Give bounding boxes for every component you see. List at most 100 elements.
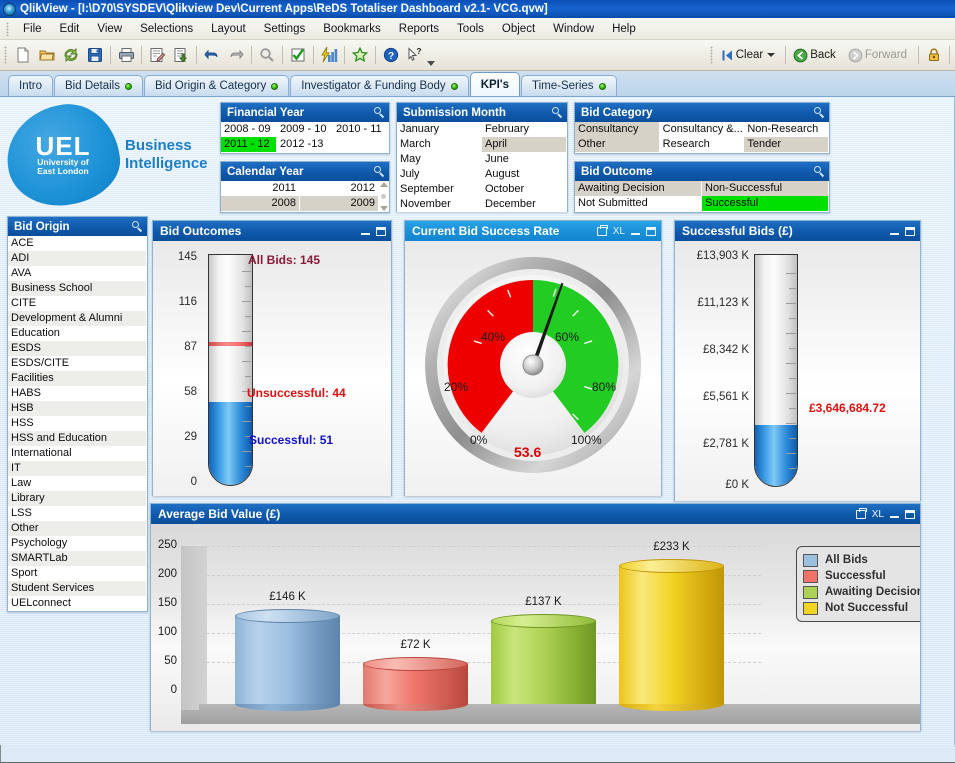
menu-reports[interactable]: Reports xyxy=(390,21,448,37)
listbox-cell-selected[interactable]: Awaiting Decision xyxy=(575,181,702,196)
maximize-icon[interactable] xyxy=(905,226,915,236)
bar-all-bids[interactable] xyxy=(235,609,340,711)
help-icon[interactable]: ? xyxy=(379,43,403,67)
listbox-bid-origin[interactable]: Bid Origin ACE ADI AVA Business School CITE D… xyxy=(7,216,148,612)
minimize-icon[interactable] xyxy=(631,233,640,235)
listbox-cell[interactable]: 2011 xyxy=(221,181,300,196)
redo-icon[interactable] xyxy=(224,43,248,67)
menu-selections[interactable]: Selections xyxy=(131,21,202,37)
menu-object[interactable]: Object xyxy=(493,21,544,37)
listbox-cell[interactable]: 2012 xyxy=(300,181,379,196)
export-icon[interactable] xyxy=(169,43,193,67)
listbox-cell[interactable]: August xyxy=(482,167,567,182)
listbox-item-lss[interactable]: LSS xyxy=(8,506,147,521)
minimize-icon[interactable] xyxy=(361,233,370,235)
listbox-item-other[interactable]: Other xyxy=(8,521,147,536)
listbox-cell-selected[interactable]: April xyxy=(482,137,567,152)
listbox-cell[interactable]: October xyxy=(482,182,567,197)
clear-button[interactable]: Clear xyxy=(717,44,782,66)
listbox-item-business-school[interactable]: Business School xyxy=(8,281,147,296)
menu-edit[interactable]: Edit xyxy=(51,21,89,37)
listbox-cell-selected[interactable]: 2009 xyxy=(300,196,379,211)
listbox-cell-selected[interactable]: Non-Successful xyxy=(702,181,829,196)
listbox-cell-selected[interactable]: Tender xyxy=(744,137,830,152)
tab-kpis[interactable]: KPI's xyxy=(469,72,520,96)
listbox-cell[interactable]: February xyxy=(482,122,567,137)
search-icon[interactable] xyxy=(374,107,385,118)
lock-icon[interactable] xyxy=(922,43,946,67)
minimize-icon[interactable] xyxy=(890,516,899,518)
listbox-cell[interactable]: 2009 - 10 xyxy=(277,122,333,137)
undo-icon[interactable] xyxy=(200,43,224,67)
new-document-icon[interactable] xyxy=(11,43,35,67)
bar-not-successful[interactable] xyxy=(619,559,724,711)
listbox-item-law[interactable]: Law xyxy=(8,476,147,491)
print-icon[interactable] xyxy=(855,507,867,519)
listbox-cell[interactable]: Non-Research xyxy=(744,122,830,137)
listbox-cell-selected[interactable]: 2008 xyxy=(221,196,300,211)
listbox-submission-month[interactable]: Submission Month January February March … xyxy=(396,102,568,212)
scroll-down-icon[interactable] xyxy=(379,206,388,211)
listbox-cell[interactable]: 2010 - 11 xyxy=(333,122,389,137)
listbox-item-esds-cite[interactable]: ESDS/CITE xyxy=(8,356,147,371)
context-help-icon[interactable]: ? xyxy=(403,43,427,67)
maximize-icon[interactable] xyxy=(905,509,915,519)
listbox-cell[interactable]: January xyxy=(397,122,482,137)
listbox-cell[interactable]: Research xyxy=(659,137,745,152)
listbox-item-uelconnect[interactable]: UELconnect xyxy=(8,596,147,611)
listbox-cell[interactable]: June xyxy=(482,152,567,167)
back-button[interactable]: Back xyxy=(789,44,844,66)
export-to-excel-icon[interactable]: XL xyxy=(872,509,884,520)
legend-item-not-successful[interactable]: Not Successful xyxy=(803,600,920,616)
listbox-item-psychology[interactable]: Psychology xyxy=(8,536,147,551)
listbox-item-esds[interactable]: ESDS xyxy=(8,341,147,356)
listbox-cell[interactable]: 2012 -13 xyxy=(277,137,333,152)
listbox-cell[interactable]: 2008 - 09 xyxy=(221,122,277,137)
tab-bid-origin-category[interactable]: Bid Origin & Category xyxy=(143,75,290,96)
listbox-cell-selected[interactable]: 2011 - 12 xyxy=(221,137,277,152)
maximize-icon[interactable] xyxy=(646,226,656,236)
listbox-cell-selected[interactable]: Consultancy xyxy=(575,122,660,137)
minimize-icon[interactable] xyxy=(890,233,899,235)
favorite-icon[interactable] xyxy=(348,43,372,67)
reload-icon[interactable] xyxy=(59,43,83,67)
listbox-item-hsb[interactable]: HSB xyxy=(8,401,147,416)
export-to-excel-icon[interactable]: XL xyxy=(613,226,625,237)
listbox-cell[interactable]: July xyxy=(397,167,482,182)
listbox-item-adi[interactable]: ADI xyxy=(8,251,147,266)
menu-layout[interactable]: Layout xyxy=(202,21,255,37)
listbox-cell[interactable]: Consultancy &... xyxy=(659,122,745,137)
tab-bid-details[interactable]: Bid Details xyxy=(54,75,143,96)
listbox-item-hss-and-education[interactable]: HSS and Education xyxy=(8,431,147,446)
edit-script-icon[interactable] xyxy=(145,43,169,67)
tab-intro[interactable]: Intro xyxy=(8,75,54,96)
open-folder-icon[interactable] xyxy=(35,43,59,67)
listbox-item-education[interactable]: Education xyxy=(8,326,147,341)
listbox-item-hss[interactable]: HSS xyxy=(8,416,147,431)
legend-item-all-bids[interactable]: All Bids xyxy=(803,552,920,568)
search-icon[interactable] xyxy=(255,43,279,67)
listbox-item-sport[interactable]: Sport xyxy=(8,566,147,581)
search-icon[interactable] xyxy=(814,166,825,177)
toolbar-overflow-button[interactable] xyxy=(427,44,435,66)
listbox-bid-outcome[interactable]: Bid Outcome Awaiting Decision Non-Succes… xyxy=(574,161,830,213)
menu-tools[interactable]: Tools xyxy=(448,21,493,37)
menu-file[interactable]: File xyxy=(14,21,51,37)
menu-bookmarks[interactable]: Bookmarks xyxy=(314,21,390,37)
listbox-item-student-services[interactable]: Student Services xyxy=(8,581,147,596)
listbox-financial-year[interactable]: Financial Year 2008 - 09 2009 - 10 2010 … xyxy=(220,102,390,154)
listbox-scrollbar[interactable] xyxy=(379,182,388,211)
tab-investigator-funding-body[interactable]: Investigator & Funding Body xyxy=(290,75,469,96)
legend-item-awaiting-decision[interactable]: Awaiting Decision xyxy=(803,584,920,600)
menu-window[interactable]: Window xyxy=(544,21,603,37)
menu-grip-icon[interactable] xyxy=(6,21,9,36)
listbox-item-international[interactable]: International xyxy=(8,446,147,461)
listbox-item-cite[interactable]: CITE xyxy=(8,296,147,311)
menu-help[interactable]: Help xyxy=(603,21,645,37)
quick-chart-icon[interactable] xyxy=(317,43,341,67)
toolbar-grip-icon[interactable] xyxy=(4,46,7,64)
listbox-cell[interactable]: Not Submitted xyxy=(575,196,702,211)
save-icon[interactable] xyxy=(83,43,107,67)
chevron-down-icon[interactable] xyxy=(767,53,776,57)
listbox-item-ace[interactable]: ACE xyxy=(8,236,147,251)
